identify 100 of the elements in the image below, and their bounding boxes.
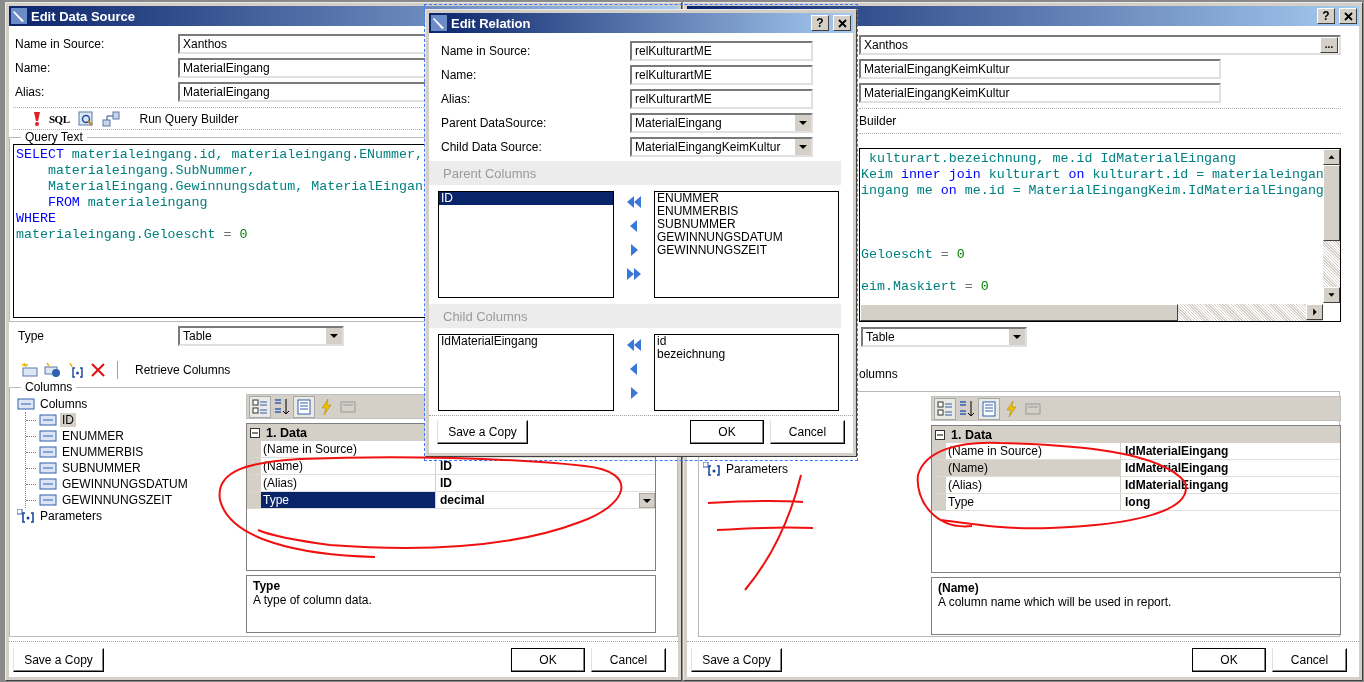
property-value: ID <box>440 459 452 473</box>
retrieve-columns-button[interactable]: Retrieve Columns <box>135 363 231 378</box>
tree-item[interactable]: Columns <box>38 397 90 411</box>
tree-item[interactable]: ID <box>60 413 76 427</box>
description-text: A column name which will be used in report. <box>938 595 1173 609</box>
tree-item[interactable]: Parameters <box>724 462 791 476</box>
field-label: Name: <box>15 61 52 75</box>
exclamation-icon[interactable] <box>33 111 41 126</box>
scroll-right-icon[interactable] <box>1306 304 1323 320</box>
collapse-icon[interactable] <box>935 429 945 440</box>
tree-item[interactable]: GEWINNUNGSDATUM <box>60 477 190 491</box>
tree-item[interactable]: GEWINNUNGSZEIT <box>60 493 174 507</box>
new-calc-column-icon[interactable] <box>44 362 62 379</box>
collapse-icon[interactable] <box>250 427 260 438</box>
code-editor[interactable]: kulturart.bezeichnung, me.id IdMaterialEingang Keim inner join kulturart on kulturart.id = materialeingan ingang me on me.id = MaterialEingangKeim.IdMaterialEingang Geloescht = 0 eim.Maskiert = 0 <box>859 148 1341 322</box>
property-name[interactable]: (Alias) <box>946 477 1121 493</box>
query-builder-icon[interactable] <box>101 110 120 127</box>
help-button[interactable]: ? <box>1317 8 1335 24</box>
category-row[interactable]: 1. Data <box>932 426 1340 443</box>
tree-item[interactable]: SUBNUMMER <box>60 461 143 475</box>
dropdown[interactable]: MaterialEingang <box>630 113 813 133</box>
text-field[interactable]: relKulturartME <box>630 65 813 85</box>
tree-item[interactable]: ENUMMER <box>60 429 126 443</box>
sort-icon[interactable] <box>272 396 292 417</box>
property-name[interactable]: (Alias) <box>261 475 436 491</box>
scrollbar-thumb[interactable] <box>860 304 1178 321</box>
property-name[interactable]: Type <box>261 492 436 508</box>
property-value: IdMaterialEingang <box>1125 444 1229 458</box>
list-box[interactable]: id bezeichnung <box>654 334 839 411</box>
text-field[interactable]: Xanthos ... <box>859 35 1341 55</box>
text-field[interactable]: relKulturartME <box>630 89 813 109</box>
retrieve-columns-button[interactable]: olumns <box>859 367 898 381</box>
column-icon <box>39 446 57 458</box>
query-builder-button[interactable]: Builder <box>859 114 897 128</box>
vertical-scrollbar[interactable] <box>1323 149 1340 303</box>
list-box[interactable]: ID <box>438 191 614 298</box>
window-title: Edit Data Source <box>31 8 136 24</box>
move-all-right-icon[interactable] <box>626 267 642 281</box>
sort-icon[interactable] <box>957 398 977 419</box>
ok-button[interactable]: OK <box>511 647 585 672</box>
list-item[interactable]: bezeichnung <box>655 348 838 361</box>
property-name[interactable]: (Name) <box>261 458 436 474</box>
tree-item[interactable]: Parameters <box>38 509 105 523</box>
list-item[interactable]: id <box>655 335 838 348</box>
property-name[interactable]: (Name) <box>946 460 1121 476</box>
new-column-icon[interactable] <box>21 362 39 379</box>
list-box[interactable]: ENUMMER ENUMMERBIS SUBNUMMER GEWINNUNGSDATUM GEWINNUNGSZEIT <box>654 191 839 298</box>
category-label: 1. Data <box>266 425 307 440</box>
section-header: Child Columns <box>429 304 841 328</box>
ok-button[interactable]: OK <box>1192 647 1266 672</box>
tree-item[interactable]: ENUMMERBIS <box>60 445 146 459</box>
scroll-up-icon[interactable] <box>1323 149 1340 165</box>
dropdown[interactable]: MaterialEingangKeimKultur <box>630 137 813 157</box>
delete-icon[interactable] <box>90 362 106 379</box>
property-value: decimal <box>440 493 485 507</box>
categorized-icon[interactable] <box>935 398 955 419</box>
help-button[interactable]: ? <box>811 15 829 31</box>
text-field[interactable]: MaterialEingangKeimKultur <box>859 59 1221 79</box>
field-label: Name in Source: <box>15 37 106 51</box>
save-copy-button[interactable]: Save a Copy <box>437 419 528 444</box>
property-name[interactable]: (Name in Source) <box>946 443 1121 459</box>
list-item[interactable]: IdMaterialEingang <box>439 335 613 348</box>
properties-icon[interactable] <box>979 398 999 419</box>
window-title: Edit Relation <box>451 15 532 31</box>
sql-button[interactable]: SQL <box>49 112 70 125</box>
dropdown[interactable]: Table <box>861 327 1027 347</box>
dropdown-arrow-icon[interactable] <box>639 492 655 508</box>
cancel-button[interactable]: Cancel <box>1272 647 1347 672</box>
save-copy-button[interactable]: Save a Copy <box>13 647 104 672</box>
group-label: Columns <box>24 380 74 394</box>
categorized-icon[interactable] <box>250 396 270 417</box>
column-icon <box>39 414 57 426</box>
close-button[interactable] <box>1339 8 1357 24</box>
scrollbar-thumb[interactable] <box>1323 165 1340 241</box>
ok-button[interactable]: OK <box>690 419 764 444</box>
cancel-button[interactable]: Cancel <box>591 647 666 672</box>
dropdown[interactable]: Table <box>178 326 344 347</box>
properties-icon[interactable] <box>294 396 314 417</box>
scroll-down-icon[interactable] <box>1323 287 1340 303</box>
field-label: Alias: <box>15 85 46 99</box>
run-query-builder-button[interactable]: Run Query Builder <box>139 111 239 126</box>
list-item[interactable]: ID <box>439 192 613 205</box>
preview-icon[interactable] <box>77 110 94 127</box>
text-field[interactable]: relKulturartME <box>630 41 813 61</box>
dropdown-arrow-icon <box>794 139 811 155</box>
list-box[interactable]: IdMaterialEingang <box>438 334 614 411</box>
save-copy-button[interactable]: Save a Copy <box>691 647 782 672</box>
property-name[interactable]: Type <box>946 494 1121 510</box>
browse-button[interactable]: ... <box>1320 37 1338 53</box>
new-parameter-icon[interactable] <box>67 362 85 379</box>
move-all-left-icon[interactable] <box>626 195 642 209</box>
move-all-left-icon[interactable] <box>626 338 642 352</box>
cancel-button[interactable]: Cancel <box>770 419 845 444</box>
dropdown-arrow-icon <box>325 328 342 345</box>
horizontal-scrollbar[interactable] <box>860 304 1323 321</box>
text-field[interactable]: MaterialEingangKeimKultur <box>859 83 1221 103</box>
description-title: (Name) <box>938 581 980 595</box>
table-icon <box>17 398 35 410</box>
close-button[interactable] <box>833 15 851 31</box>
selection-frame[interactable] <box>424 4 858 461</box>
